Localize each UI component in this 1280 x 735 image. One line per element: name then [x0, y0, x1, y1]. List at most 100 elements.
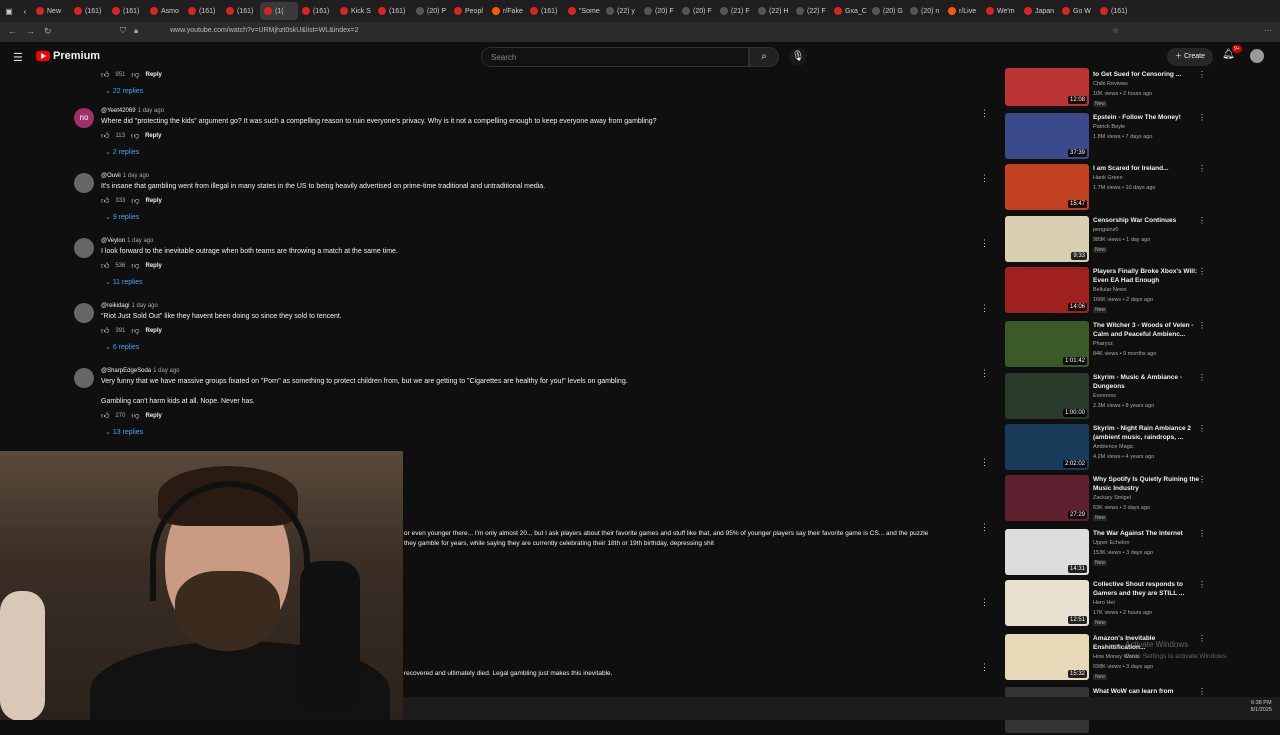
video-more-icon[interactable]: ⋮: [1198, 580, 1206, 589]
dislike-icon[interactable]: 👎︎: [131, 261, 139, 271]
browser-tab[interactable]: (20) n: [906, 2, 944, 20]
video-more-icon[interactable]: ⋮: [1198, 321, 1206, 330]
dislike-icon[interactable]: 👎︎: [131, 70, 139, 80]
video-more-icon[interactable]: ⋮: [1198, 687, 1206, 696]
dislike-icon[interactable]: 👎︎: [131, 131, 139, 141]
video-channel[interactable]: Everness: [1093, 393, 1116, 399]
comment-more-icon[interactable]: ⋮: [980, 108, 989, 119]
video-more-icon[interactable]: ⋮: [1198, 424, 1206, 433]
video-more-icon[interactable]: ⋮: [1198, 373, 1206, 382]
comment-more-icon[interactable]: ⋮: [980, 238, 989, 249]
comment-more-icon[interactable]: ⋮: [980, 368, 989, 379]
video-more-icon[interactable]: ⋮: [1198, 267, 1206, 276]
like-icon[interactable]: 👍︎: [101, 411, 109, 421]
video-thumbnail[interactable]: 1:00:00: [1005, 373, 1089, 419]
comment-time[interactable]: 1 day ago: [153, 368, 179, 374]
hamburger-menu-icon[interactable]: ☰: [13, 51, 23, 64]
browser-tab[interactable]: Gxa_C: [830, 2, 868, 20]
browser-tab[interactable]: r/Fake: [488, 2, 526, 20]
recommended-video[interactable]: 27:29 Why Spotify Is Quietly Ruining the …: [1005, 475, 1235, 523]
like-icon[interactable]: 👍︎: [101, 326, 109, 336]
browser-tab[interactable]: (161): [298, 2, 336, 20]
browser-tab[interactable]: (20) F: [640, 2, 678, 20]
comment-avatar[interactable]: no: [74, 108, 94, 128]
video-channel[interactable]: Bellular News: [1093, 287, 1127, 293]
comment-time[interactable]: 1 day ago: [138, 108, 164, 114]
video-thumbnail[interactable]: 12:08: [1005, 68, 1089, 106]
comment-author[interactable]: @Ouvii: [101, 173, 121, 179]
like-icon[interactable]: 👍︎: [101, 196, 109, 206]
comment-time[interactable]: 1 day ago: [127, 238, 153, 244]
comment-more-icon[interactable]: ⋮: [980, 522, 989, 533]
comment-author[interactable]: @Yeet42069: [101, 108, 136, 114]
like-icon[interactable]: 👍︎: [101, 131, 109, 141]
recommended-video[interactable]: 37:39 Epstein - Follow The Money! Patrick …: [1005, 113, 1235, 161]
reload-icon[interactable]: ↻: [44, 26, 52, 37]
browser-tab[interactable]: (20) F: [678, 2, 716, 20]
browser-tab[interactable]: (1(: [260, 2, 298, 20]
video-title[interactable]: Why Spotify Is Quietly Ruining the Music…: [1093, 475, 1203, 493]
view-replies-button[interactable]: ⌄ 22 replies: [105, 87, 143, 95]
recommended-video[interactable]: 2:02:02 Skyrim - Night Rain Ambiance 2 (a…: [1005, 424, 1235, 472]
comment-more-icon[interactable]: ⋮: [980, 457, 989, 468]
browser-tab[interactable]: (161): [184, 2, 222, 20]
comment-more-icon[interactable]: ⋮: [980, 303, 989, 314]
browser-tab[interactable]: (161): [222, 2, 260, 20]
comment-more-icon[interactable]: ⋮: [980, 173, 989, 184]
browser-tab[interactable]: (22) F: [792, 2, 830, 20]
create-button[interactable]: ＋ Create: [1167, 48, 1213, 66]
youtube-logo[interactable]: Premium: [36, 50, 100, 62]
like-icon[interactable]: 👍︎: [101, 70, 109, 80]
video-more-icon[interactable]: ⋮: [1198, 475, 1206, 484]
recommended-video[interactable]: 1:01:42 The Witcher 3 - Woods of Velen - …: [1005, 321, 1235, 369]
video-title[interactable]: What WoW can learn from: [1093, 687, 1203, 696]
reply-button[interactable]: Reply: [146, 263, 162, 269]
recommended-video[interactable]: 14:06 Players Finally Broke Xbox's Will: …: [1005, 267, 1235, 315]
reply-button[interactable]: Reply: [146, 72, 162, 78]
voice-search-button[interactable]: 🎙︎: [789, 48, 807, 66]
video-more-icon[interactable]: ⋮: [1198, 634, 1206, 643]
dislike-icon[interactable]: 👎︎: [131, 196, 139, 206]
video-title[interactable]: Skyrim - Music & Ambiance - Dungeons: [1093, 373, 1203, 391]
video-channel[interactable]: Patrick Boyle: [1093, 124, 1125, 130]
url-field[interactable]: www.youtube.com/watch?v=URMjhzt0skU&list…: [170, 27, 359, 34]
dislike-icon[interactable]: 👎︎: [131, 411, 139, 421]
browser-tab[interactable]: (161): [526, 2, 564, 20]
video-more-icon[interactable]: ⋮: [1198, 164, 1206, 173]
comment-avatar[interactable]: [74, 238, 94, 258]
video-channel[interactable]: Ambience Magic: [1093, 444, 1134, 450]
comment-author[interactable]: @Veylon: [101, 238, 125, 244]
view-replies-button[interactable]: ⌄ 13 replies: [105, 428, 143, 436]
recommended-video[interactable]: 12:08 to Get Sued for Censoring ... Chibi …: [1005, 68, 1235, 118]
video-thumbnail[interactable]: 27:29: [1005, 475, 1089, 521]
video-thumbnail[interactable]: 14:31: [1005, 529, 1089, 575]
tab-actions-icon[interactable]: ▣: [0, 7, 18, 16]
browser-tab[interactable]: (161): [70, 2, 108, 20]
video-title[interactable]: Players Finally Broke Xbox's Will: Even …: [1093, 267, 1203, 285]
comment-author[interactable]: @reikidagi: [101, 303, 129, 309]
video-title[interactable]: Collective Shout responds to Gamers and …: [1093, 580, 1203, 598]
forward-icon[interactable]: →: [26, 26, 35, 36]
video-channel[interactable]: Chibi Reviews: [1093, 81, 1128, 87]
video-channel[interactable]: Pharysz: [1093, 341, 1113, 347]
browser-tab[interactable]: New: [32, 2, 70, 20]
video-channel[interactable]: Upper Echelon: [1093, 540, 1129, 546]
video-thumbnail[interactable]: 37:39: [1005, 113, 1089, 159]
shield-icon[interactable]: ⛉: [120, 26, 126, 36]
like-icon[interactable]: 👍︎: [101, 261, 109, 271]
video-title[interactable]: I am Scared for Ireland...: [1093, 164, 1203, 173]
video-title[interactable]: Epstein - Follow The Money!: [1093, 113, 1203, 122]
browser-tab[interactable]: (22) y: [602, 2, 640, 20]
search-button[interactable]: ⌕: [749, 47, 779, 67]
recommended-video[interactable]: 1:00:00 Skyrim - Music & Ambiance - Dunge…: [1005, 373, 1235, 421]
browser-tab[interactable]: We'm: [982, 2, 1020, 20]
account-avatar[interactable]: [1250, 49, 1264, 63]
dislike-icon[interactable]: 👎︎: [131, 326, 139, 336]
comment-avatar[interactable]: [74, 173, 94, 193]
video-channel[interactable]: Hank Green: [1093, 175, 1123, 181]
recommended-video[interactable]: 15:47 I am Scared for Ireland... Hank Gree…: [1005, 164, 1235, 212]
comment-author[interactable]: @SharpEdgeSoda: [101, 368, 151, 374]
video-thumbnail[interactable]: 14:06: [1005, 267, 1089, 313]
recommended-video[interactable]: 9:33 Censorship War Continues penguinz0 989…: [1005, 216, 1235, 264]
reply-button[interactable]: Reply: [146, 328, 162, 334]
